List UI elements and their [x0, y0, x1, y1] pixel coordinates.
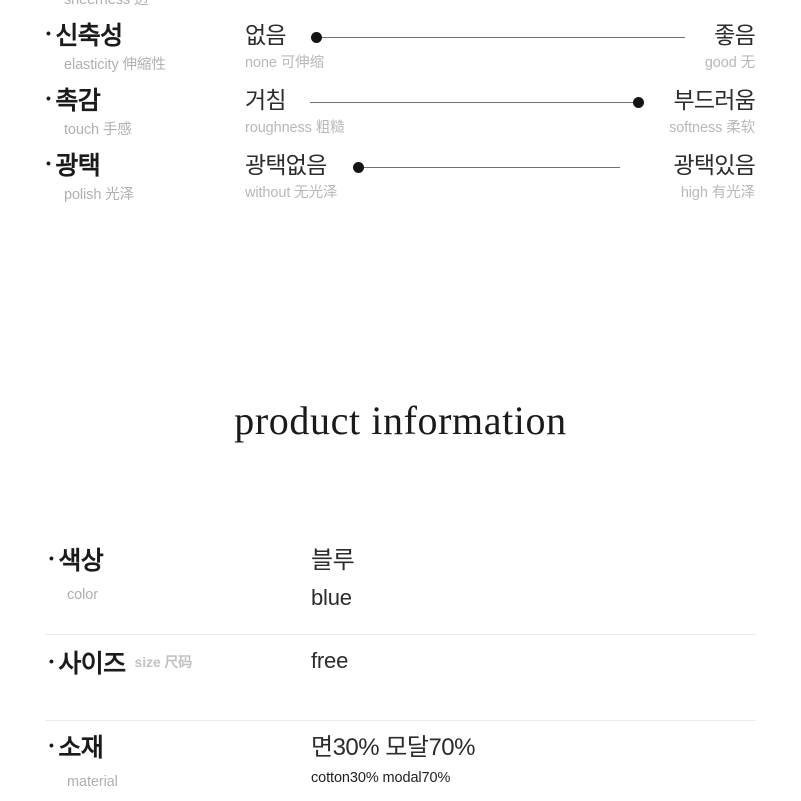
- spec-key-color: • 색상 color: [49, 536, 299, 604]
- spec-row-material: • 소재 material 면30% 모달70% cotton30% modal7…: [45, 721, 756, 799]
- fabric-label-polish: • 광택 polish 光泽: [46, 151, 246, 204]
- fabric-row-touch: • 촉감 touch 手感 거침 roughness 粗糙 부드러움 softne…: [0, 86, 801, 151]
- slider-end-left: 없음 none 可伸缩: [245, 21, 435, 72]
- fabric-label-sub: polish 光泽: [64, 187, 135, 203]
- slider-end-right: 광택있음 high 有光泽: [565, 151, 756, 202]
- fabric-row-polish: • 광택 polish 光泽 광택없음 without 无光泽 광택있음 high…: [0, 151, 801, 216]
- slider-end-right-sub: softness 柔软: [669, 120, 755, 136]
- slider-end-right-sub: good 无: [704, 55, 755, 71]
- fabric-label-sub: sheerness 透: [64, 0, 149, 8]
- spec-key-material: • 소재 material: [49, 721, 299, 791]
- slider-end-left-ko: 없음: [245, 22, 287, 48]
- slider-end-right: 좋음 good 无: [565, 21, 756, 72]
- fabric-row-elasticity: • 신축성 elasticity 伸縮性 없음 none 可伸缩 좋음 good …: [0, 21, 801, 86]
- slider-end-left-sub: without 无光泽: [245, 185, 338, 201]
- spec-key-sub: color: [67, 587, 98, 603]
- spec-key-size: • 사이즈 size 尺码: [49, 635, 299, 679]
- fabric-label-touch: • 촉감 touch 手感: [46, 86, 246, 139]
- product-spec-table: • 색상 color 블루 blue • 사이즈 size 尺码 free • 소재 m…: [45, 536, 756, 799]
- spec-key-ko: • 사이즈 size 尺码: [49, 650, 193, 678]
- slider-end-right-ko: 광택있음: [673, 152, 756, 178]
- spec-row-color: • 색상 color 블루 blue: [45, 536, 756, 635]
- fabric-label-sub: touch 手感: [64, 122, 132, 138]
- spec-value-material: 면30% 모달70% cotton30% modal70%: [311, 721, 741, 787]
- slider-end-right-sub: high 有光泽: [680, 185, 755, 201]
- slider-end-left-sub: roughness 粗糙: [245, 120, 345, 136]
- slider-end-right-ko: 좋음: [714, 22, 756, 48]
- spec-value-en: free: [311, 648, 349, 673]
- fabric-slider-touch[interactable]: 거침 roughness 粗糙 부드러움 softness 柔软: [245, 86, 756, 148]
- product-information-heading: product information: [234, 398, 567, 443]
- spec-key-ko: • 소재: [49, 734, 104, 762]
- bullet-icon: •: [49, 737, 54, 754]
- spec-row-size: • 사이즈 size 尺码 free: [45, 635, 756, 721]
- spec-value-en: blue: [311, 585, 352, 610]
- spec-value-size: free: [311, 635, 741, 674]
- slider-end-left: 광택없음 without 无光泽: [245, 151, 435, 202]
- bullet-icon: •: [46, 90, 51, 107]
- slider-marker-dot[interactable]: [353, 162, 364, 173]
- slider-end-left-ko: 광택없음: [245, 152, 327, 178]
- spec-key-sub: material: [67, 774, 118, 790]
- fabric-label-sub: elasticity 伸縮性: [64, 57, 166, 73]
- spec-key-sub: size 尺码: [134, 654, 193, 670]
- spec-value-ko: 블루: [311, 547, 355, 574]
- bullet-icon: •: [49, 653, 54, 670]
- fabric-slider-polish[interactable]: 광택없음 without 无光泽 광택있음 high 有光泽: [245, 151, 756, 213]
- spec-value-color: 블루 blue: [311, 536, 741, 611]
- slider-end-right: 부드러움 softness 柔软: [565, 86, 756, 137]
- fabric-label-elasticity: • 신축성 elasticity 伸縮性: [46, 21, 246, 74]
- fabric-label-sheerness: • sheerness 透: [46, 0, 246, 9]
- bullet-icon: •: [49, 550, 54, 567]
- spec-value-en: cotton30% modal70%: [311, 770, 451, 786]
- spec-value-ko: 면30% 모달70%: [311, 734, 475, 761]
- spec-key-ko: • 색상: [49, 547, 104, 575]
- slider-marker-dot[interactable]: [311, 32, 322, 43]
- fabric-property-chart: • sheerness 透 without 不透 high 透 •신축성 ela…: [0, 0, 801, 216]
- fabric-slider-elasticity[interactable]: 없음 none 可伸缩 좋음 good 无: [245, 21, 756, 83]
- fabric-label-ko: • 촉감: [46, 87, 101, 115]
- fabric-label-ko: • 광택: [46, 152, 101, 180]
- slider-end-left-sub: none 可伸缩: [245, 55, 324, 71]
- slider-end-right-ko: 부드러움: [673, 87, 756, 113]
- slider-end-left: 거침 roughness 粗糙: [245, 86, 435, 137]
- fabric-slider-sheerness[interactable]: without 不透 high 透: [245, 0, 755, 18]
- slider-end-left-ko: 거침: [245, 87, 287, 113]
- bullet-icon: •: [46, 25, 51, 42]
- fabric-label-ko: • 신축성: [46, 22, 123, 50]
- bullet-icon: •: [46, 155, 51, 172]
- fabric-row-sheerness: • sheerness 透 without 不透 high 透: [0, 0, 801, 21]
